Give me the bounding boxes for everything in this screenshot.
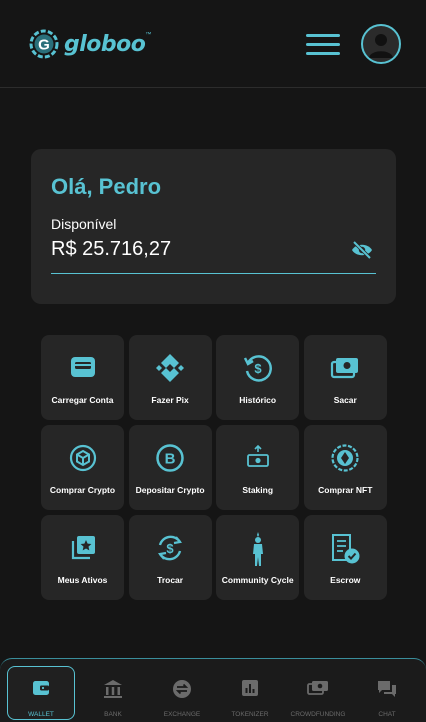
community-cycle-button[interactable]: Community Cycle — [216, 515, 300, 600]
tile-label: Community Cycle — [221, 575, 294, 585]
nav-tokenizer[interactable]: TOKENIZER — [216, 667, 284, 721]
tile-label: Depositar Crypto — [135, 485, 205, 495]
meus-ativos-button[interactable]: Meus Ativos — [41, 515, 124, 600]
greeting: Olá, Pedro — [51, 174, 162, 199]
depositar-crypto-button[interactable]: B Depositar Crypto — [128, 425, 212, 510]
bank-icon — [104, 680, 122, 698]
cash-icon — [331, 358, 359, 379]
user-avatar-icon[interactable] — [361, 24, 401, 64]
balance-card: Olá, Pedro Disponível R$ 25.716,27 — [31, 149, 396, 304]
svg-text:$: $ — [254, 361, 262, 376]
logo-trademark: ™ — [145, 32, 152, 38]
balance-divider — [51, 273, 376, 274]
fazer-pix-button[interactable]: Fazer Pix — [128, 335, 212, 420]
tile-label: Comprar NFT — [318, 485, 373, 495]
escrow-receipt-icon — [332, 534, 360, 564]
nav-chat[interactable]: CHAT — [353, 667, 421, 721]
logo-wordmark: globoo — [64, 31, 146, 57]
assets-star-icon — [71, 536, 95, 560]
logo-badge-icon: G — [28, 28, 60, 60]
staking-icon — [246, 444, 269, 467]
bitcoin-icon: B — [156, 444, 184, 472]
tile-label: Carregar Conta — [51, 395, 114, 405]
sacar-button[interactable]: Sacar — [303, 335, 387, 420]
exchange-icon — [173, 680, 191, 698]
nav-label: BANK — [104, 711, 122, 718]
app-header: G globoo ™ — [0, 0, 426, 88]
nav-label: WALLET — [28, 711, 54, 718]
tile-label: Fazer Pix — [151, 395, 189, 405]
tile-label: Sacar — [333, 395, 357, 405]
crypto-cube-icon — [69, 444, 96, 472]
tile-label: Histórico — [239, 395, 277, 405]
hide-balance-eye-icon[interactable] — [351, 240, 373, 260]
history-icon: $ — [243, 355, 272, 382]
hamburger-menu-icon[interactable] — [306, 34, 340, 56]
card-icon — [70, 357, 95, 377]
exchange-dollar-icon: $ — [158, 535, 183, 561]
svg-text:$: $ — [166, 541, 174, 556]
available-label: Disponível — [51, 216, 117, 232]
tile-label: Escrow — [330, 575, 361, 585]
escrow-button[interactable]: Escrow — [303, 515, 387, 600]
tile-label: Meus Ativos — [57, 575, 108, 585]
chart-bars-icon — [242, 680, 258, 696]
tile-label: Comprar Crypto — [49, 485, 116, 495]
balance-amount: R$ 25.716,27 — [51, 238, 172, 260]
action-grid: Carregar Conta Fazer Pix $ Histórico Sac… — [41, 335, 387, 600]
nav-label: EXCHANGE — [163, 711, 201, 718]
trocar-button[interactable]: $ Trocar — [128, 515, 212, 600]
tile-label: Trocar — [157, 575, 184, 585]
person-icon — [252, 532, 263, 566]
nav-crowdfunding[interactable]: CROWDFUNDING — [284, 667, 352, 721]
tile-label: Staking — [242, 485, 274, 495]
chat-icon — [378, 681, 396, 697]
comprar-crypto-button[interactable]: Comprar Crypto — [41, 425, 124, 510]
money-icon — [307, 681, 328, 695]
bottom-navigation: WALLET BANK EXCHANGE TOKENIZER CROWDFUND… — [0, 658, 426, 722]
wallet-icon — [33, 681, 49, 695]
nav-bank[interactable]: BANK — [79, 667, 147, 721]
nav-label: TOKENIZER — [231, 711, 269, 718]
carregar-conta-button[interactable]: Carregar Conta — [41, 335, 124, 420]
svg-text:B: B — [165, 451, 176, 468]
pix-icon — [156, 354, 185, 382]
logo-letter: G — [38, 37, 50, 54]
nav-exchange[interactable]: EXCHANGE — [148, 667, 216, 721]
nav-label: CHAT — [378, 711, 396, 718]
historico-button[interactable]: $ Histórico — [216, 335, 300, 420]
globoo-logo[interactable]: G globoo ™ — [28, 24, 151, 64]
nav-wallet[interactable]: WALLET — [7, 666, 75, 720]
comprar-nft-button[interactable]: Comprar NFT — [303, 425, 387, 510]
staking-button[interactable]: Staking — [216, 425, 300, 510]
nft-coin-icon — [331, 444, 359, 472]
nav-label: CROWDFUNDING — [290, 711, 346, 718]
